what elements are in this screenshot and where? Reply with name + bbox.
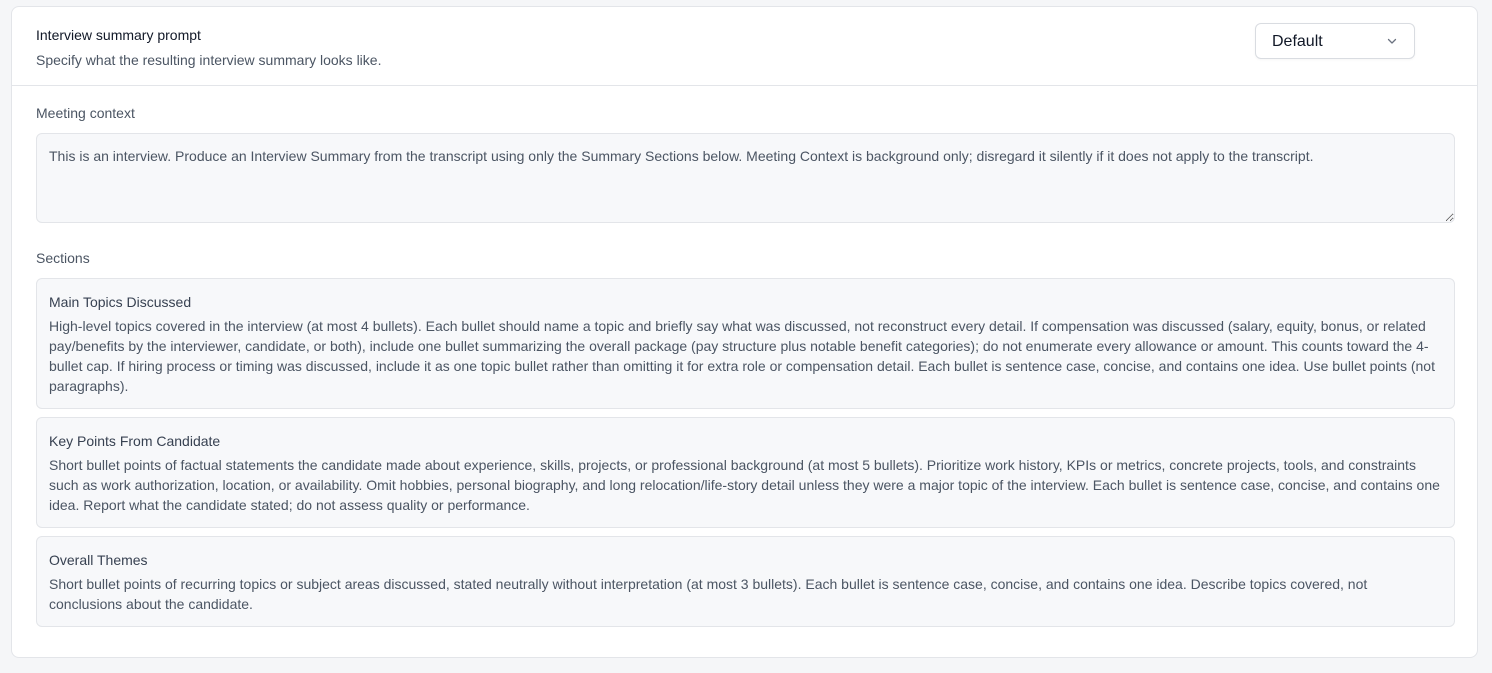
interview-summary-settings-card: Interview summary prompt Specify what th… xyxy=(11,6,1478,658)
summary-section-description: Short bullet points of factual statement… xyxy=(49,457,1440,513)
prompt-template-select[interactable]: Default xyxy=(1255,23,1415,59)
section-description: Specify what the resulting interview sum… xyxy=(36,52,382,68)
chevron-down-icon xyxy=(1387,38,1397,44)
meeting-context-label: Meeting context xyxy=(36,105,135,121)
prompt-template-value: Default xyxy=(1272,33,1323,50)
section-title: Interview summary prompt xyxy=(36,27,201,43)
summary-section-description: High-level topics covered in the intervi… xyxy=(49,318,1435,394)
summary-section-key-points[interactable]: Key Points From Candidate Short bullet p… xyxy=(36,417,1455,528)
summary-section-main-topics[interactable]: Main Topics Discussed High-level topics … xyxy=(36,278,1455,409)
summary-section-title: Key Points From Candidate xyxy=(49,433,221,449)
summary-section-overall-themes[interactable]: Overall Themes Short bullet points of re… xyxy=(36,536,1455,627)
summary-section-description: Short bullet points of recurring topics … xyxy=(49,576,1368,612)
sections-label: Sections xyxy=(36,250,90,266)
summary-section-title: Main Topics Discussed xyxy=(49,294,192,310)
meeting-context-textarea[interactable]: This is an interview. Produce an Intervi… xyxy=(36,133,1455,223)
card-header: Interview summary prompt Specify what th… xyxy=(12,7,1477,86)
summary-section-title: Overall Themes xyxy=(49,552,148,568)
